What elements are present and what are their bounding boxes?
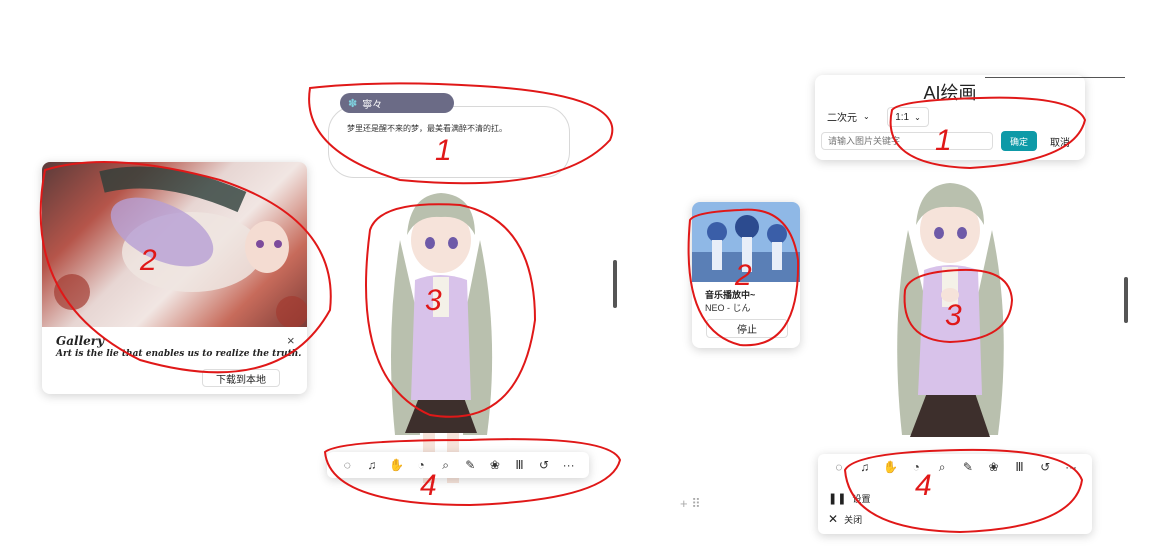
style-select-value: 二次元 xyxy=(827,112,857,124)
drag-handle-icon[interactable]: + ⠿ xyxy=(680,496,701,512)
cancel-button[interactable]: 取消 xyxy=(1043,131,1077,151)
music-card: 音乐播放中~ NEO - じん 停止 xyxy=(692,202,800,348)
search-icon[interactable]: ⌕ xyxy=(933,458,951,476)
pen-icon[interactable]: ✎ xyxy=(461,456,479,474)
paint-icon[interactable]: ❀ xyxy=(486,456,504,474)
paint-icon[interactable]: ❀ xyxy=(985,458,1003,476)
chat-name: 寧々 xyxy=(362,99,383,111)
chat-bubble: 梦里还是醒不来的梦，最美看满醉不清的扛。 xyxy=(328,106,570,178)
chat-icon[interactable]: ◌ xyxy=(338,456,356,474)
toolbar-right-panel: ◌ ♫ ✋ ◔ ⌕ ✎ ❀ Ⅲ ↺ ··· ❚❚ 设置 ✕ 关闭 xyxy=(818,454,1092,534)
library-icon[interactable]: Ⅲ xyxy=(510,456,528,474)
gallery-image xyxy=(42,162,307,328)
menu-item-settings[interactable]: ❚❚ 设置 xyxy=(828,492,870,505)
palette-icon[interactable]: ◔ xyxy=(412,456,430,474)
gallery-close-icon[interactable]: × xyxy=(287,333,295,348)
stop-button[interactable]: 停止 xyxy=(706,319,788,338)
music-icon[interactable]: ♫ xyxy=(363,456,381,474)
close-label: 关闭 xyxy=(844,514,863,525)
gallery-title: Gallery xyxy=(56,334,105,348)
scrollbar-left[interactable] xyxy=(613,260,617,308)
style-select[interactable]: 二次元 ⌄ xyxy=(821,107,883,125)
search-icon[interactable]: ⌕ xyxy=(437,456,455,474)
ratio-select[interactable]: 1:1 ⌄ xyxy=(887,107,929,127)
album-art xyxy=(692,202,800,282)
toolbar-right: ◌ ♫ ✋ ◔ ⌕ ✎ ❀ Ⅲ ↺ ··· xyxy=(818,454,1092,480)
more-icon[interactable]: ··· xyxy=(1062,458,1080,476)
music-icon[interactable]: ♫ xyxy=(856,458,874,476)
chat-message: 梦里还是醒不来的梦，最美看满醉不清的扛。 xyxy=(347,124,507,133)
toolbar-left: ◌ ♫ ✋ ◔ ⌕ ✎ ❀ Ⅲ ↺ ··· xyxy=(327,452,589,478)
history-icon[interactable]: ↺ xyxy=(1036,458,1054,476)
chevron-down-icon: ⌄ xyxy=(914,112,921,122)
ai-drawing-panel: AI绘画 二次元 ⌄ 1:1 ⌄ 确定 取消 xyxy=(815,75,1085,160)
divider-line xyxy=(985,77,1125,78)
gallery-quote: Art is the lie that enables us to realiz… xyxy=(56,349,302,359)
confirm-button[interactable]: 确定 xyxy=(1001,131,1037,151)
library-icon[interactable]: Ⅲ xyxy=(1010,458,1028,476)
more-icon[interactable]: ··· xyxy=(560,456,578,474)
flower-icon: ✽ xyxy=(348,97,358,110)
download-button[interactable]: 下载到本地 xyxy=(202,369,280,387)
character-right[interactable] xyxy=(880,175,1020,465)
chat-icon[interactable]: ◌ xyxy=(830,458,848,476)
pause-icon: ❚❚ xyxy=(828,493,847,505)
pen-icon[interactable]: ✎ xyxy=(959,458,977,476)
close-icon: ✕ xyxy=(828,512,839,526)
chat-name-tag: ✽ 寧々 xyxy=(340,93,454,113)
chevron-down-icon: ⌄ xyxy=(863,111,870,121)
menu-item-close[interactable]: ✕ 关闭 xyxy=(828,512,862,526)
ai-panel-title: AI绘画 xyxy=(923,83,977,103)
scrollbar-right[interactable] xyxy=(1124,277,1128,323)
music-status: 音乐播放中~ xyxy=(705,290,756,300)
keyword-input[interactable] xyxy=(821,132,993,150)
hand-icon[interactable]: ✋ xyxy=(387,456,405,474)
ratio-select-value: 1:1 xyxy=(895,111,910,123)
hand-icon[interactable]: ✋ xyxy=(881,458,899,476)
history-icon[interactable]: ↺ xyxy=(535,456,553,474)
music-track: NEO - じん xyxy=(705,303,751,313)
palette-icon[interactable]: ◔ xyxy=(907,458,925,476)
anime-girl-illustration xyxy=(54,166,307,328)
gallery-card: Gallery Art is the lie that enables us t… xyxy=(42,162,307,394)
settings-label: 设置 xyxy=(852,494,871,504)
